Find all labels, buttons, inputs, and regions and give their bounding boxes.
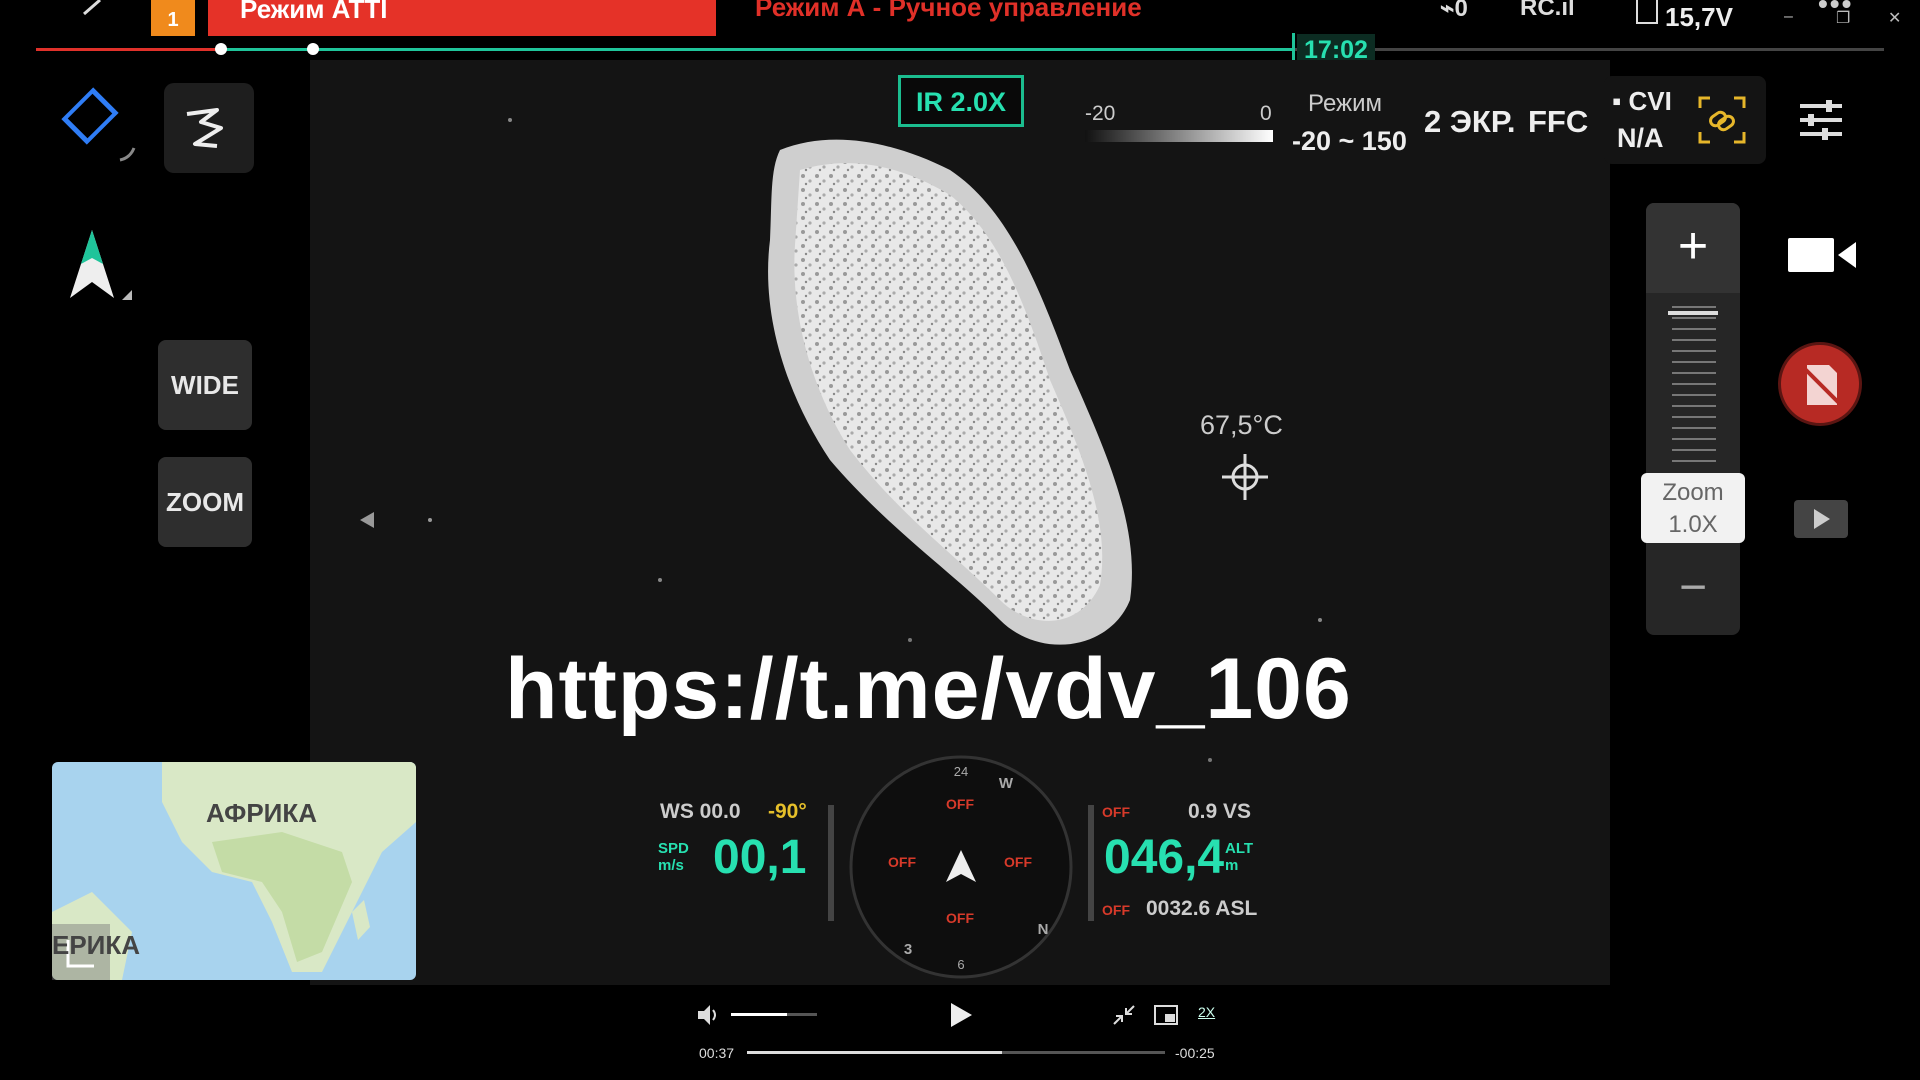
collapse-icon[interactable] xyxy=(1112,1004,1136,1026)
picture-in-picture-icon[interactable] xyxy=(1154,1004,1178,1026)
ir-zoom-indicator[interactable]: IR 2.0X xyxy=(898,75,1024,127)
temperature-range[interactable]: -20 ~ 150 xyxy=(1292,126,1407,157)
spot-temperature-readout: 67,5°C xyxy=(1200,410,1283,440)
rc-signal-status: RC.ıl xyxy=(1520,0,1575,22)
svg-text:24: 24 xyxy=(954,764,968,779)
close-button[interactable]: ✕ xyxy=(1888,8,1901,28)
flight-path-icon xyxy=(186,108,223,148)
settings-sliders-icon[interactable] xyxy=(1798,98,1844,142)
play-button-icon[interactable] xyxy=(948,1002,974,1028)
zoom-label: Zoom xyxy=(1662,479,1724,506)
zoom-in-button[interactable]: + xyxy=(1646,203,1740,293)
gimbal-tilt: -90° xyxy=(768,800,807,823)
timeline-segment-red xyxy=(36,48,221,51)
svg-text:3: 3 xyxy=(904,941,912,958)
playback-progress-fill xyxy=(747,1051,1002,1054)
link-camera-icon[interactable] xyxy=(1698,96,1746,144)
playback-speed-button[interactable]: 2X xyxy=(1198,1004,1215,1020)
warning-count-badge[interactable]: 1 xyxy=(151,0,195,36)
obstacle-off-front: OFF xyxy=(946,796,974,812)
sd-card-icon: ▪ xyxy=(1612,86,1629,116)
obstacle-off-left: OFF xyxy=(888,854,916,870)
current-time: 00:37 xyxy=(699,1045,735,1061)
zoom-slider-ticks xyxy=(1672,306,1716,464)
cvi-label: ▪ CVI xyxy=(1612,86,1672,116)
video-mode-icon[interactable] xyxy=(1788,234,1856,276)
signal-bars-icon: .ıl xyxy=(1554,0,1575,21)
satellite-icon: ⌁ xyxy=(1440,0,1455,22)
temperature-scale-high: 0 xyxy=(1260,102,1272,125)
playback-button[interactable] xyxy=(1794,500,1848,538)
spot-meter-crosshair-icon[interactable] xyxy=(1220,452,1270,502)
zoom-out-button[interactable]: − xyxy=(1646,545,1740,635)
zoom-value: 1.0X xyxy=(1668,511,1718,538)
timeline-marker xyxy=(215,43,227,55)
remaining-time: -00:25 xyxy=(1175,1045,1215,1061)
battery-voltage: 15,7V xyxy=(1665,2,1733,32)
volume-level xyxy=(731,1013,787,1016)
rc-label: RC xyxy=(1520,0,1555,21)
altitude-value: 046,4 xyxy=(1104,831,1225,884)
restore-button[interactable]: ❐ xyxy=(1836,8,1850,28)
split-screen-button[interactable]: 2 ЭКР. xyxy=(1424,104,1515,140)
no-sd-card-icon xyxy=(1801,365,1841,405)
flight-mode-banner[interactable]: Режим ATTI xyxy=(208,0,716,36)
cvi-value: N/A xyxy=(1617,123,1664,153)
timeline-segment-green xyxy=(221,48,1295,51)
signal-status: ⌁0 xyxy=(1440,0,1468,23)
altitude-asl: 0032.6 ASL xyxy=(1146,897,1258,920)
speed-gauge xyxy=(828,805,834,921)
speed-unit: SPD m/s xyxy=(658,840,689,874)
video-player-bar xyxy=(0,985,1920,1080)
horizontal-speed: 00,1 xyxy=(713,831,807,884)
ffc-button[interactable]: FFC xyxy=(1528,104,1588,140)
channel-watermark: https://t.me/vdv_106 xyxy=(505,641,1352,737)
minimize-button[interactable]: – xyxy=(1784,8,1793,26)
svg-text:N: N xyxy=(1038,921,1049,938)
vs-off-label: OFF xyxy=(1102,804,1130,820)
palette-mode-label: Режим xyxy=(1308,90,1382,117)
zoom-level-indicator[interactable]: Zoom 1.0X xyxy=(1641,473,1745,543)
temperature-gradient-bar xyxy=(1085,130,1273,142)
signal-value: 0 xyxy=(1454,0,1468,22)
altitude-gauge xyxy=(1088,805,1094,921)
altitude-unit: ALT m xyxy=(1225,840,1254,874)
svg-text:W: W xyxy=(999,775,1014,792)
smart-flight-button[interactable] xyxy=(164,83,254,173)
svg-text:6: 6 xyxy=(957,957,964,972)
volume-icon[interactable] xyxy=(698,1005,722,1025)
wireless-signal-icon xyxy=(119,147,136,162)
map-label-america: ЕРИКА xyxy=(52,930,141,960)
flight-mode-description: Режим А - Ручное управление xyxy=(755,0,1142,22)
attitude-compass: 24 W 6 3 N xyxy=(849,755,1073,979)
record-button[interactable] xyxy=(1778,342,1862,426)
map-label-africa: АФРИКА xyxy=(206,798,317,828)
timeline-marker xyxy=(307,43,319,55)
wind-speed: WS 00.0 xyxy=(660,800,741,823)
vertical-speed: 0.9 VS xyxy=(1188,800,1252,823)
zoom-camera-button[interactable]: ZOOM xyxy=(158,457,252,547)
asl-off-label: OFF xyxy=(1102,902,1130,918)
temperature-scale-low: -20 xyxy=(1085,102,1116,125)
wide-camera-button[interactable]: WIDE xyxy=(158,340,252,430)
back-arrow-icon[interactable] xyxy=(78,0,106,24)
aircraft-navigation-icon[interactable] xyxy=(66,228,146,308)
obstacle-off-back: OFF xyxy=(946,910,974,926)
battery-icon xyxy=(1636,0,1658,24)
play-icon xyxy=(1814,509,1830,529)
obstacle-off-right: OFF xyxy=(1004,854,1032,870)
